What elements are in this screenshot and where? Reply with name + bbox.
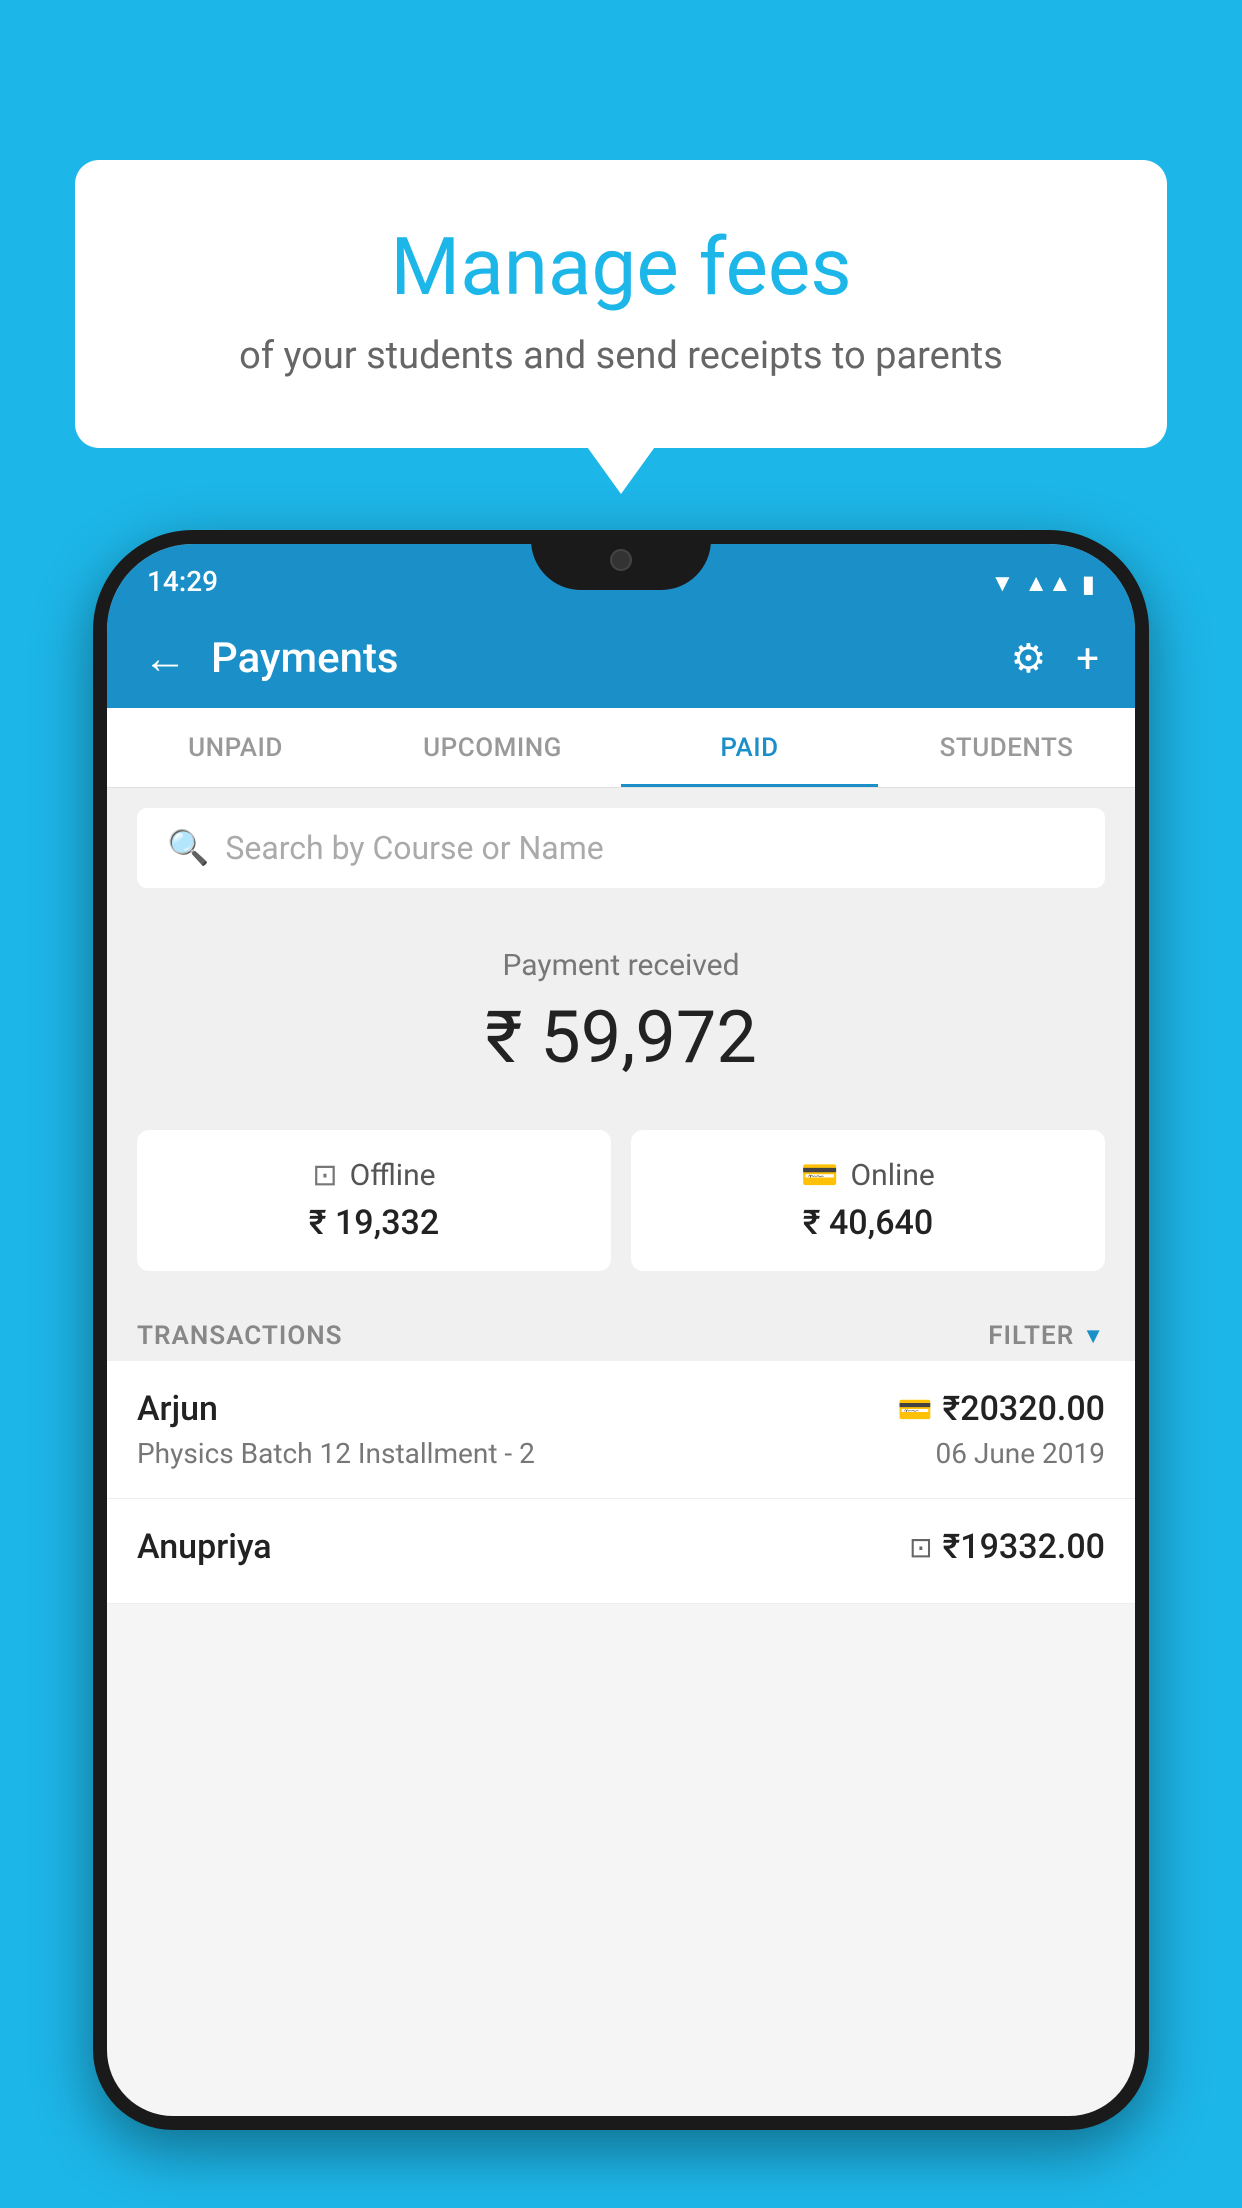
online-card-top: 💳 Online — [655, 1158, 1081, 1193]
offline-card-top: ⊡ Offline — [161, 1158, 587, 1193]
app-header: ← Payments ⚙ + — [107, 608, 1135, 708]
bubble-subtitle: of your students and send receipts to pa… — [155, 334, 1087, 378]
online-card: 💳 Online ₹ 40,640 — [631, 1130, 1105, 1271]
phone-mockup: 14:29 ▼ ▲▲ ▮ ← Payments ⚙ + UNPAID — [93, 530, 1149, 2208]
transaction-list: Arjun 💳 ₹20320.00 Physics Batch 12 Insta… — [107, 1361, 1135, 1604]
payment-summary: Payment received ₹ 59,972 — [107, 908, 1135, 1110]
phone-screen: 14:29 ▼ ▲▲ ▮ ← Payments ⚙ + UNPAID — [107, 544, 1135, 2116]
search-bar[interactable]: 🔍 Search by Course or Name — [137, 808, 1105, 888]
search-container: 🔍 Search by Course or Name — [107, 788, 1135, 908]
payment-received-label: Payment received — [137, 948, 1105, 983]
online-label: Online — [851, 1158, 935, 1193]
transactions-label: TRANSACTIONS — [137, 1321, 343, 1351]
settings-icon[interactable]: ⚙ — [1010, 635, 1046, 682]
phone-outer: 14:29 ▼ ▲▲ ▮ ← Payments ⚙ + UNPAID — [93, 530, 1149, 2130]
phone-notch — [531, 530, 711, 590]
transaction-course: Physics Batch 12 Installment - 2 — [137, 1437, 535, 1470]
filter-button[interactable]: FILTER ▼ — [988, 1321, 1105, 1351]
camera-dot — [610, 549, 632, 571]
filter-label: FILTER — [988, 1321, 1074, 1351]
online-amount: ₹ 40,640 — [655, 1203, 1081, 1243]
transaction-amount-container: ⊡ ₹19332.00 — [909, 1527, 1105, 1567]
speech-bubble-container: Manage fees of your students and send re… — [75, 160, 1167, 448]
transaction-amount-container: 💳 ₹20320.00 — [898, 1389, 1105, 1429]
offline-card: ⊡ Offline ₹ 19,332 — [137, 1130, 611, 1271]
offline-amount: ₹ 19,332 — [161, 1203, 587, 1243]
transaction-row-bottom: Physics Batch 12 Installment - 2 06 June… — [137, 1437, 1105, 1470]
table-row[interactable]: Anupriya ⊡ ₹19332.00 — [107, 1499, 1135, 1604]
transactions-header: TRANSACTIONS FILTER ▼ — [107, 1301, 1135, 1361]
tab-students[interactable]: STUDENTS — [878, 708, 1135, 787]
rupee-icon: ⊡ — [909, 1531, 932, 1564]
filter-icon: ▼ — [1082, 1323, 1105, 1349]
online-icon: 💳 — [801, 1158, 838, 1193]
table-row[interactable]: Arjun 💳 ₹20320.00 Physics Batch 12 Insta… — [107, 1361, 1135, 1499]
credit-card-icon: 💳 — [898, 1393, 933, 1426]
header-icons: ⚙ + — [1010, 635, 1099, 682]
transaction-row-top: Arjun 💳 ₹20320.00 — [137, 1389, 1105, 1429]
status-icons: ▼ ▲▲ ▮ — [991, 569, 1096, 598]
tab-upcoming[interactable]: UPCOMING — [364, 708, 621, 787]
tab-unpaid[interactable]: UNPAID — [107, 708, 364, 787]
tabs-bar: UNPAID UPCOMING PAID STUDENTS — [107, 708, 1135, 788]
transaction-name: Anupriya — [137, 1527, 272, 1567]
signal-icon: ▲▲ — [1024, 569, 1072, 598]
battery-icon: ▮ — [1082, 570, 1095, 598]
tab-paid[interactable]: PAID — [621, 708, 878, 787]
transaction-date: 06 June 2019 — [935, 1437, 1105, 1470]
search-input[interactable]: Search by Course or Name — [225, 829, 603, 867]
search-icon: 🔍 — [167, 828, 209, 868]
header-title: Payments — [211, 634, 986, 683]
transaction-row-top: Anupriya ⊡ ₹19332.00 — [137, 1527, 1105, 1567]
offline-label: Offline — [350, 1158, 436, 1193]
transaction-name: Arjun — [137, 1389, 218, 1429]
offline-icon: ⊡ — [312, 1158, 337, 1193]
add-icon[interactable]: + — [1076, 635, 1099, 682]
back-button[interactable]: ← — [143, 632, 187, 684]
payment-total-amount: ₹ 59,972 — [137, 995, 1105, 1080]
status-time: 14:29 — [147, 565, 218, 598]
payment-cards: ⊡ Offline ₹ 19,332 💳 Online ₹ 40,640 — [107, 1110, 1135, 1301]
speech-bubble: Manage fees of your students and send re… — [75, 160, 1167, 448]
transaction-amount: ₹20320.00 — [943, 1389, 1105, 1429]
wifi-icon: ▼ — [991, 569, 1015, 598]
bubble-title: Manage fees — [155, 220, 1087, 314]
transaction-amount: ₹19332.00 — [943, 1527, 1105, 1567]
